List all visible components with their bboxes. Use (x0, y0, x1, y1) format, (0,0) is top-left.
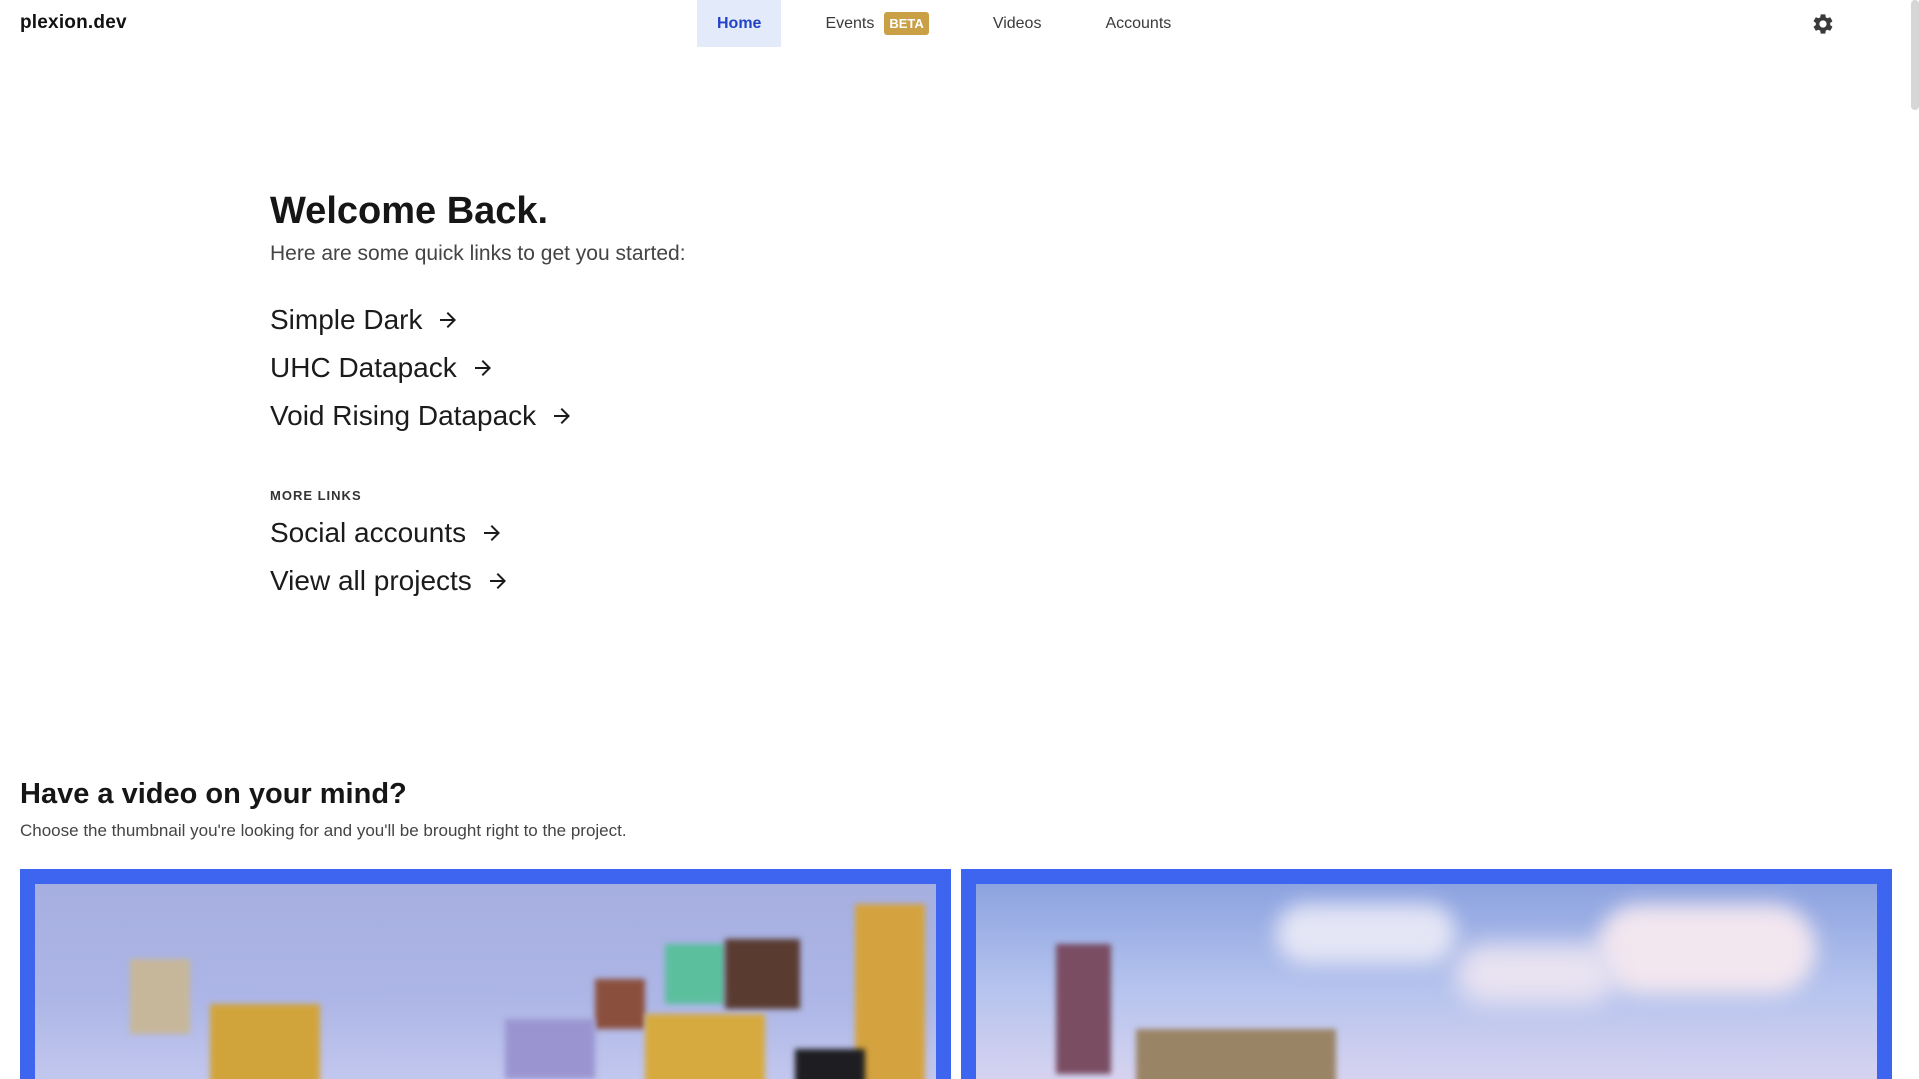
top-navigation-bar: plexion.dev Home Events BETA Videos Acco… (0, 0, 1919, 47)
more-links-label: MORE LINKS (270, 487, 362, 503)
nav-events[interactable]: Events BETA (805, 0, 948, 47)
nav-videos-label: Videos (992, 14, 1042, 32)
arrow-right-icon (474, 359, 491, 376)
quick-links-list: Simple Dark UHC Datapack Void Rising Dat… (270, 296, 1170, 440)
gear-icon[interactable] (1811, 12, 1835, 36)
video-section-title: Have a video on your mind? (20, 778, 407, 810)
nav-home-label: Home (717, 14, 762, 32)
more-link-label: Social accounts (270, 516, 467, 548)
welcome-title: Welcome Back. (270, 190, 549, 232)
more-link-view-all-projects[interactable]: View all projects (270, 557, 510, 605)
page-scrollbar[interactable] (1911, 0, 1919, 110)
quick-link-label: Void Rising Datapack (270, 399, 537, 431)
thumbnail-image (976, 884, 1877, 1079)
main-nav: Home Events BETA Videos Accounts (697, 0, 1215, 47)
quick-link-simple-dark[interactable]: Simple Dark (270, 296, 460, 344)
nav-videos[interactable]: Videos (973, 0, 1062, 47)
nav-accounts[interactable]: Accounts (1085, 0, 1191, 47)
arrow-right-icon (489, 572, 506, 589)
video-thumbnail[interactable] (961, 869, 1892, 1079)
quick-link-label: Simple Dark (270, 303, 423, 335)
more-link-label: View all projects (270, 564, 472, 596)
video-thumbnail-grid (20, 869, 1892, 1079)
quick-link-uhc-datapack[interactable]: UHC Datapack (270, 344, 495, 392)
arrow-right-icon (440, 311, 457, 328)
nav-home[interactable]: Home (697, 0, 782, 47)
site-logo[interactable]: plexion.dev (20, 12, 127, 34)
video-thumbnail[interactable] (20, 869, 951, 1079)
arrow-right-icon (484, 524, 501, 541)
thumbnail-image (35, 884, 936, 1079)
welcome-section: Welcome Back. Here are some quick links … (270, 190, 1170, 605)
nav-events-label: Events (825, 14, 875, 32)
nav-accounts-label: Accounts (1105, 14, 1172, 32)
more-links-list: Social accounts View all projects (270, 509, 1170, 605)
more-link-social-accounts[interactable]: Social accounts (270, 509, 504, 557)
video-section-subtitle: Choose the thumbnail you're looking for … (20, 821, 627, 840)
quick-link-void-rising-datapack[interactable]: Void Rising Datapack (270, 392, 574, 440)
welcome-subtitle: Here are some quick links to get you sta… (270, 241, 686, 265)
quick-link-label: UHC Datapack (270, 351, 457, 383)
video-section: Have a video on your mind? Choose the th… (20, 778, 1890, 841)
beta-badge: BETA (884, 12, 929, 35)
arrow-right-icon (554, 407, 571, 424)
